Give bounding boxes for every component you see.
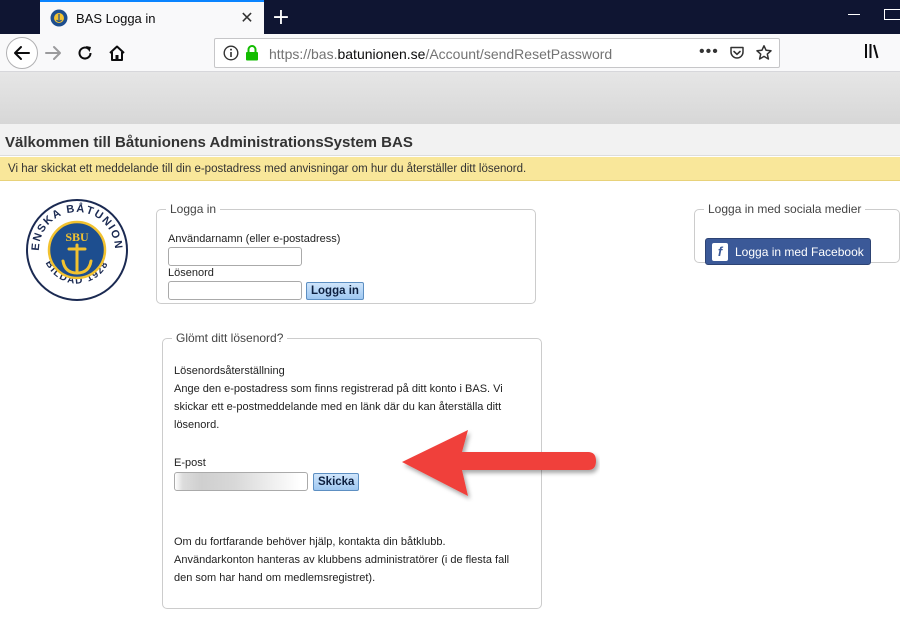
login-legend: Logga in (170, 202, 217, 216)
username-input[interactable] (168, 247, 302, 266)
forward-button[interactable] (38, 38, 68, 68)
url-prefix: https://bas. (269, 46, 338, 62)
reload-button[interactable] (70, 38, 100, 68)
pocket-icon[interactable] (729, 45, 745, 61)
username-label: Användarnamn (eller e-postadress) (168, 233, 341, 245)
sbu-logo: SVENSKA BÅTUNIONEN BILDAD 1928 SBU (25, 193, 128, 301)
address-bar[interactable]: https://bas.batunionen.se/Account/sendRe… (214, 38, 780, 68)
social-legend: Logga in med sociala medier (708, 202, 862, 216)
success-notice: Vi har skickat ett meddelande till din e… (0, 157, 900, 181)
minimize-window-icon[interactable] (848, 14, 860, 15)
arrow-left-icon (14, 46, 30, 60)
maximize-window-icon[interactable] (884, 9, 900, 20)
page-header: Välkommen till Båtunionens Administratio… (0, 124, 900, 156)
browser-navbar: https://bas.batunionen.se/Account/sendRe… (0, 34, 900, 72)
reset-heading: Lösenordsåterställning (174, 365, 285, 377)
lock-icon[interactable] (245, 45, 259, 61)
close-tab-icon[interactable]: ✕ (236, 7, 258, 29)
send-button[interactable]: Skicka (313, 473, 360, 491)
browser-tab[interactable]: BAS Logga in ✕ (40, 0, 264, 34)
forgot-legend: Glömt ditt lösenord? (176, 331, 284, 345)
browser-titlebar: BAS Logga in ✕ + (0, 0, 900, 34)
facebook-icon: f (712, 242, 728, 261)
arrow-right-icon (45, 46, 61, 60)
facebook-login-button[interactable]: f Logga in med Facebook (705, 238, 871, 265)
facebook-login-label: Logga in med Facebook (735, 244, 864, 259)
library-icon[interactable] (864, 42, 884, 60)
page-actions-more-icon[interactable]: ••• (699, 43, 719, 61)
reload-icon (78, 46, 92, 60)
tab-title: BAS Logga in (76, 10, 156, 26)
login-fieldset: Logga in Användarnamn (eller e-postadres… (156, 202, 536, 304)
sbu-favicon-icon (50, 9, 68, 27)
help-text: Om du fortfarande behöver hjälp, kontakt… (174, 536, 510, 584)
url-path: /Account/sendResetPassword (425, 46, 613, 62)
page-banner (0, 72, 900, 124)
new-tab-button[interactable]: + (268, 4, 294, 30)
home-button[interactable] (102, 38, 132, 68)
social-login-fieldset: Logga in med sociala medier f Logga in m… (694, 202, 900, 265)
logo-center-text: SBU (65, 230, 89, 244)
bookmark-star-icon[interactable] (755, 44, 773, 62)
login-button[interactable]: Logga in (306, 282, 364, 300)
reset-description: Ange den e-postadress som finns registre… (174, 383, 503, 431)
page-title: Välkommen till Båtunionens Administratio… (5, 134, 413, 151)
email-label: E-post (174, 457, 206, 469)
password-input[interactable] (168, 281, 302, 300)
email-input[interactable] (174, 472, 308, 491)
password-label: Lösenord (168, 267, 214, 279)
annotation-arrow-icon (402, 430, 596, 496)
home-icon (109, 45, 125, 61)
url-text[interactable]: https://bas.batunionen.se/Account/sendRe… (269, 46, 612, 62)
info-icon[interactable] (223, 45, 239, 61)
back-button[interactable] (6, 37, 38, 69)
url-host: batunionen.se (337, 46, 426, 62)
notice-text: Vi har skickat ett meddelande till din e… (8, 163, 527, 175)
